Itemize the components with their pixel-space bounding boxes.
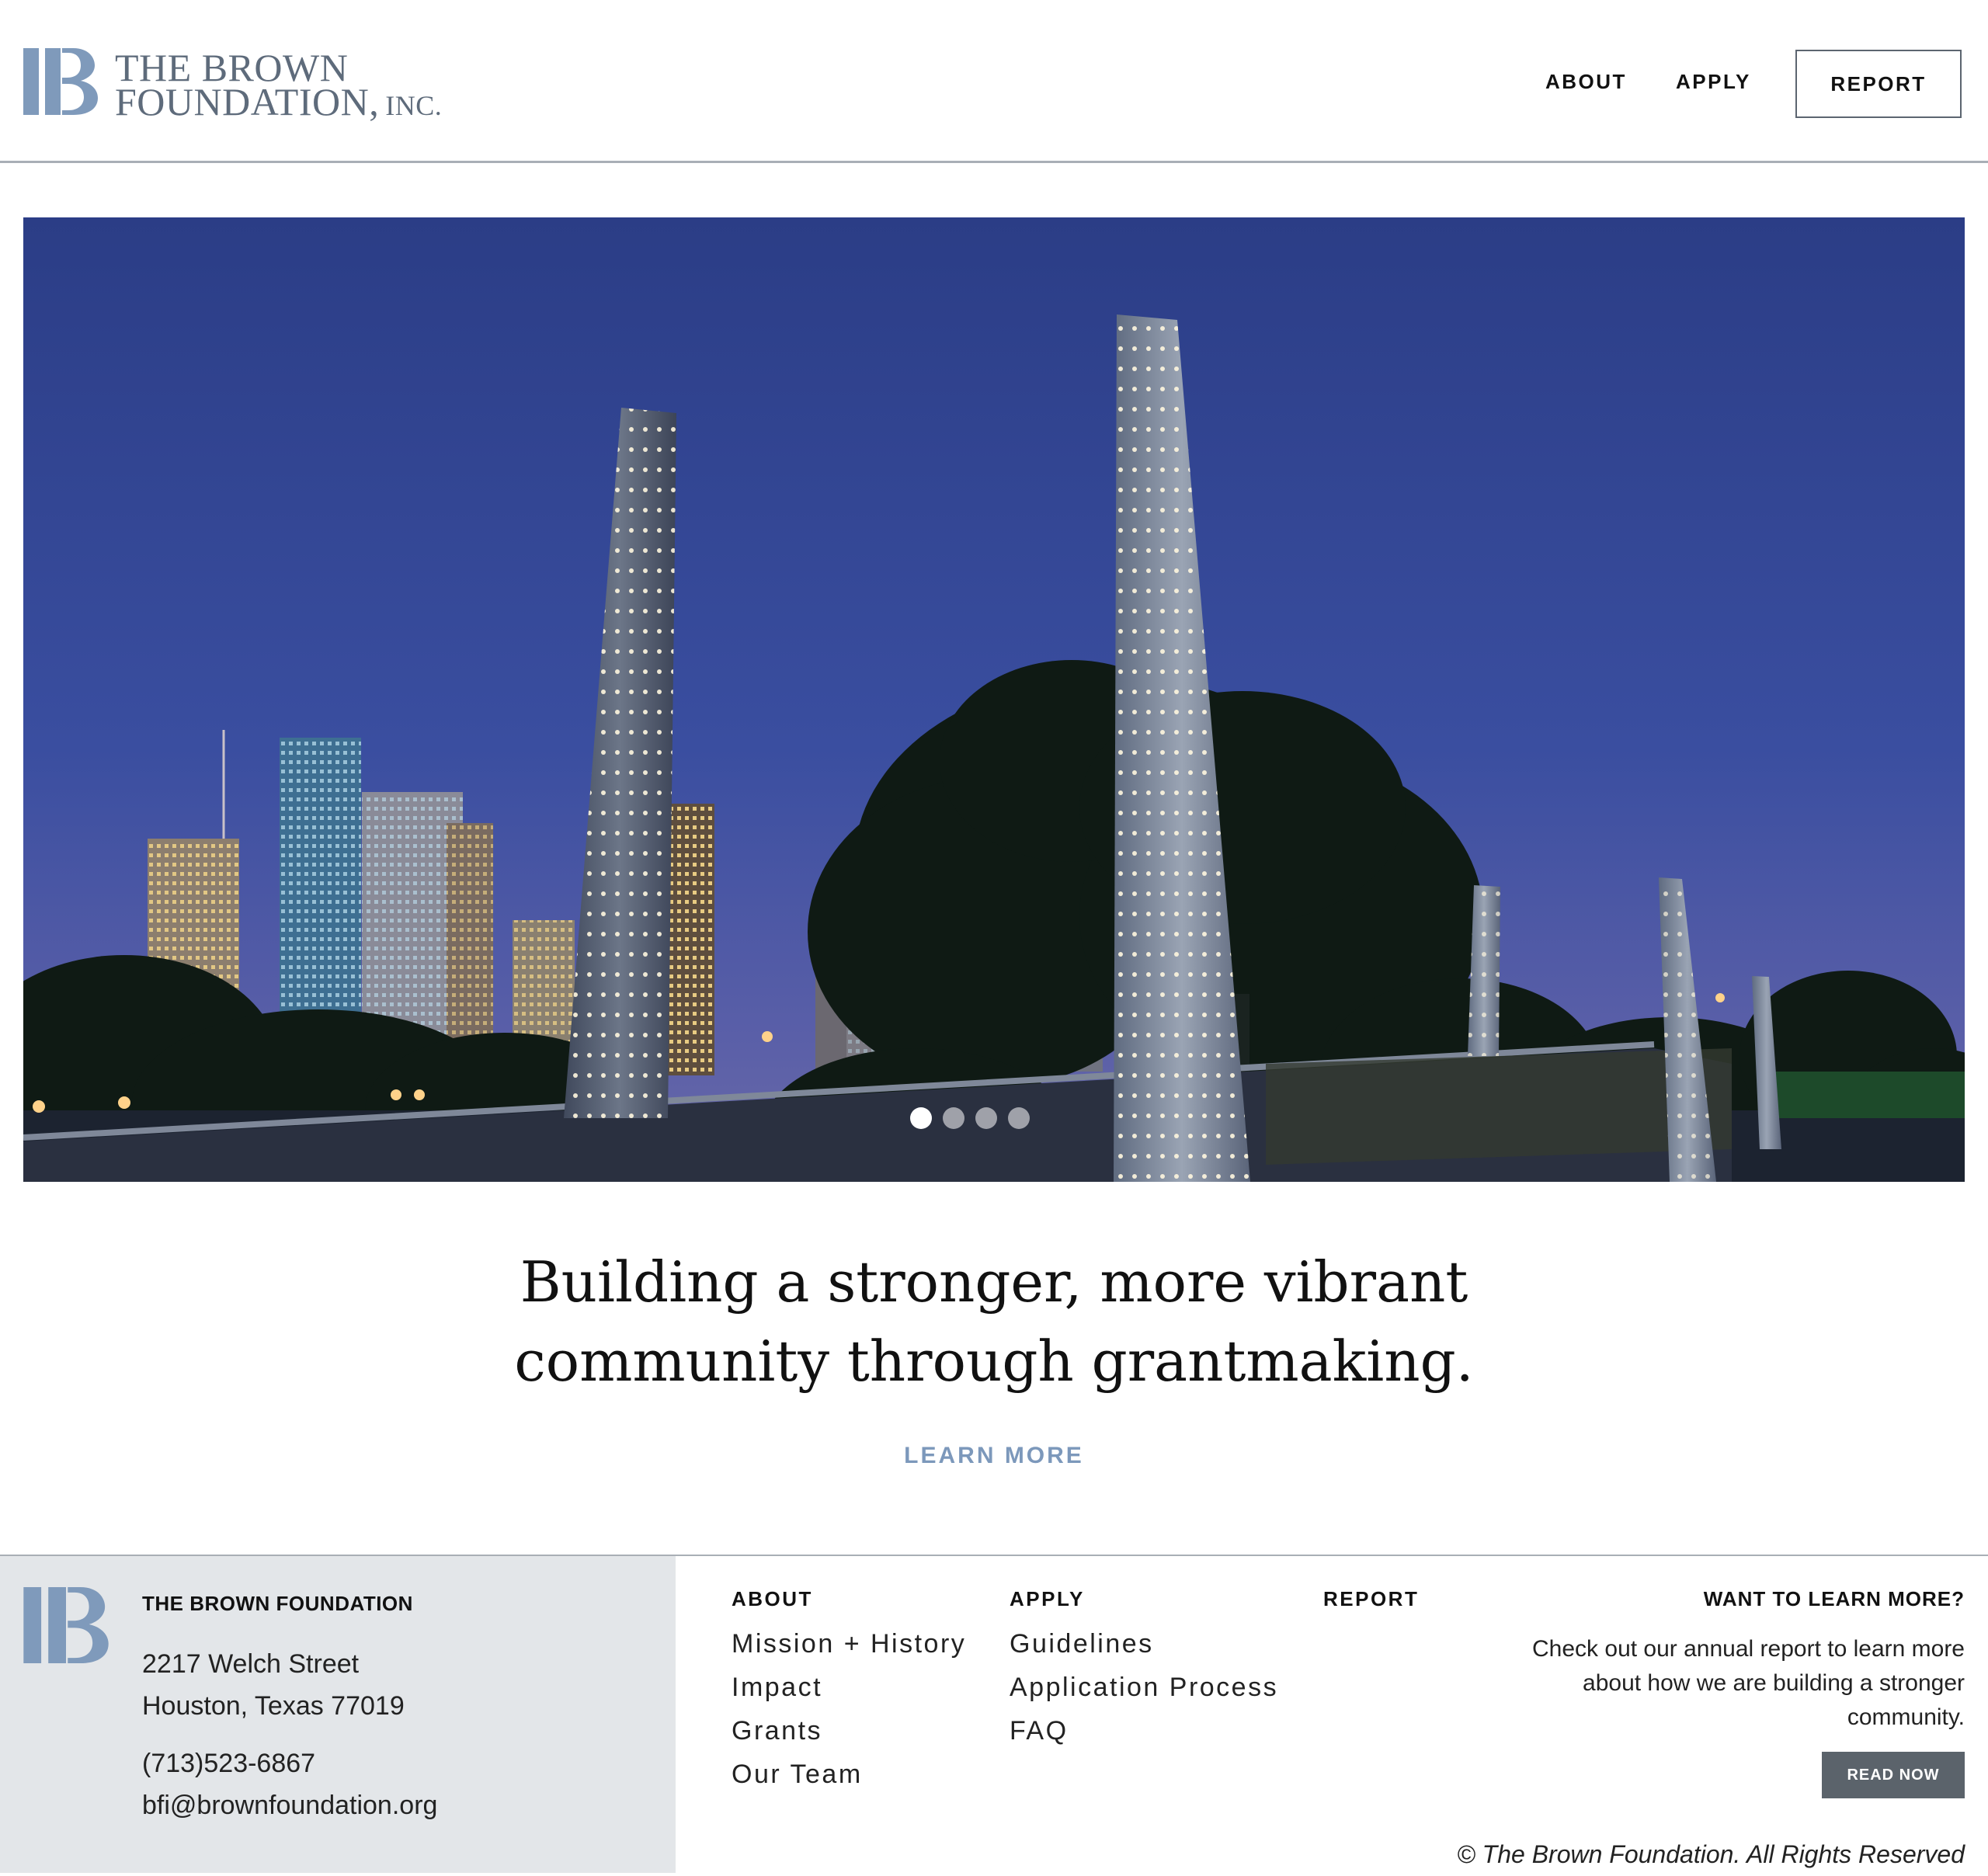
footer-apply-heading: APPLY (1010, 1587, 1085, 1610)
brand-name-inc: INC. (385, 90, 443, 121)
header-divider (0, 161, 1988, 163)
footer-link-impact[interactable]: Impact (732, 1673, 822, 1703)
headline: Building a stronger, more vibrant commun… (0, 1242, 1988, 1401)
nav-apply-link[interactable]: APPLY (1676, 70, 1751, 94)
footer-monogram-icon (23, 1587, 109, 1663)
footer-link-guidelines[interactable]: Guidelines (1010, 1629, 1154, 1659)
hero-image (23, 217, 1965, 1182)
footer-about-heading: ABOUT (732, 1587, 813, 1610)
carousel-dot[interactable] (1008, 1107, 1030, 1129)
carousel-dot[interactable] (910, 1107, 932, 1129)
nav-about-link[interactable]: ABOUT (1545, 70, 1627, 94)
footer-link-our-team[interactable]: Our Team (732, 1760, 863, 1790)
footer-link-grants[interactable]: Grants (732, 1716, 822, 1746)
brand-name-foundation: FOUNDATION, (115, 80, 380, 123)
address-line1: 2217 Welch Street (142, 1649, 360, 1679)
learn-more-heading: WANT TO LEARN MORE? (1703, 1587, 1965, 1610)
brand-name-line2: FOUNDATION, INC. (115, 82, 442, 121)
read-now-button[interactable]: READ NOW (1822, 1752, 1965, 1798)
footer-link-mission-history[interactable]: Mission + History (732, 1629, 966, 1659)
email-link[interactable]: bfi@brownfoundation.org (142, 1791, 437, 1821)
learn-more-link[interactable]: LEARN MORE (0, 1443, 1988, 1469)
hero-carousel (23, 217, 1965, 1182)
headline-line2: community through grantmaking. (514, 1329, 1474, 1394)
carousel-dots (910, 1107, 1030, 1131)
headline-line1: Building a stronger, more vibrant (520, 1249, 1468, 1315)
carousel-dot[interactable] (943, 1107, 964, 1129)
carousel-dot[interactable] (975, 1107, 997, 1129)
footer-report-heading[interactable]: REPORT (1323, 1587, 1419, 1611)
address-line2: Houston, Texas 77019 (142, 1691, 405, 1721)
footer-link-faq[interactable]: FAQ (1010, 1716, 1069, 1746)
brand-monogram-icon (23, 48, 98, 115)
footer-link-application-process[interactable]: Application Process (1010, 1673, 1278, 1703)
nav-report-button[interactable]: REPORT (1795, 50, 1962, 118)
learn-more-text: Check out our annual report to learn mor… (1532, 1636, 1965, 1730)
phone-number[interactable]: (713)523-6867 (142, 1749, 315, 1779)
footer-org-name: THE BROWN FOUNDATION (142, 1592, 413, 1615)
brand-logo[interactable]: THE BROWN FOUNDATION, INC. (23, 48, 458, 121)
copyright-text: © The Brown Foundation. All Rights Reser… (1457, 1840, 1965, 1868)
